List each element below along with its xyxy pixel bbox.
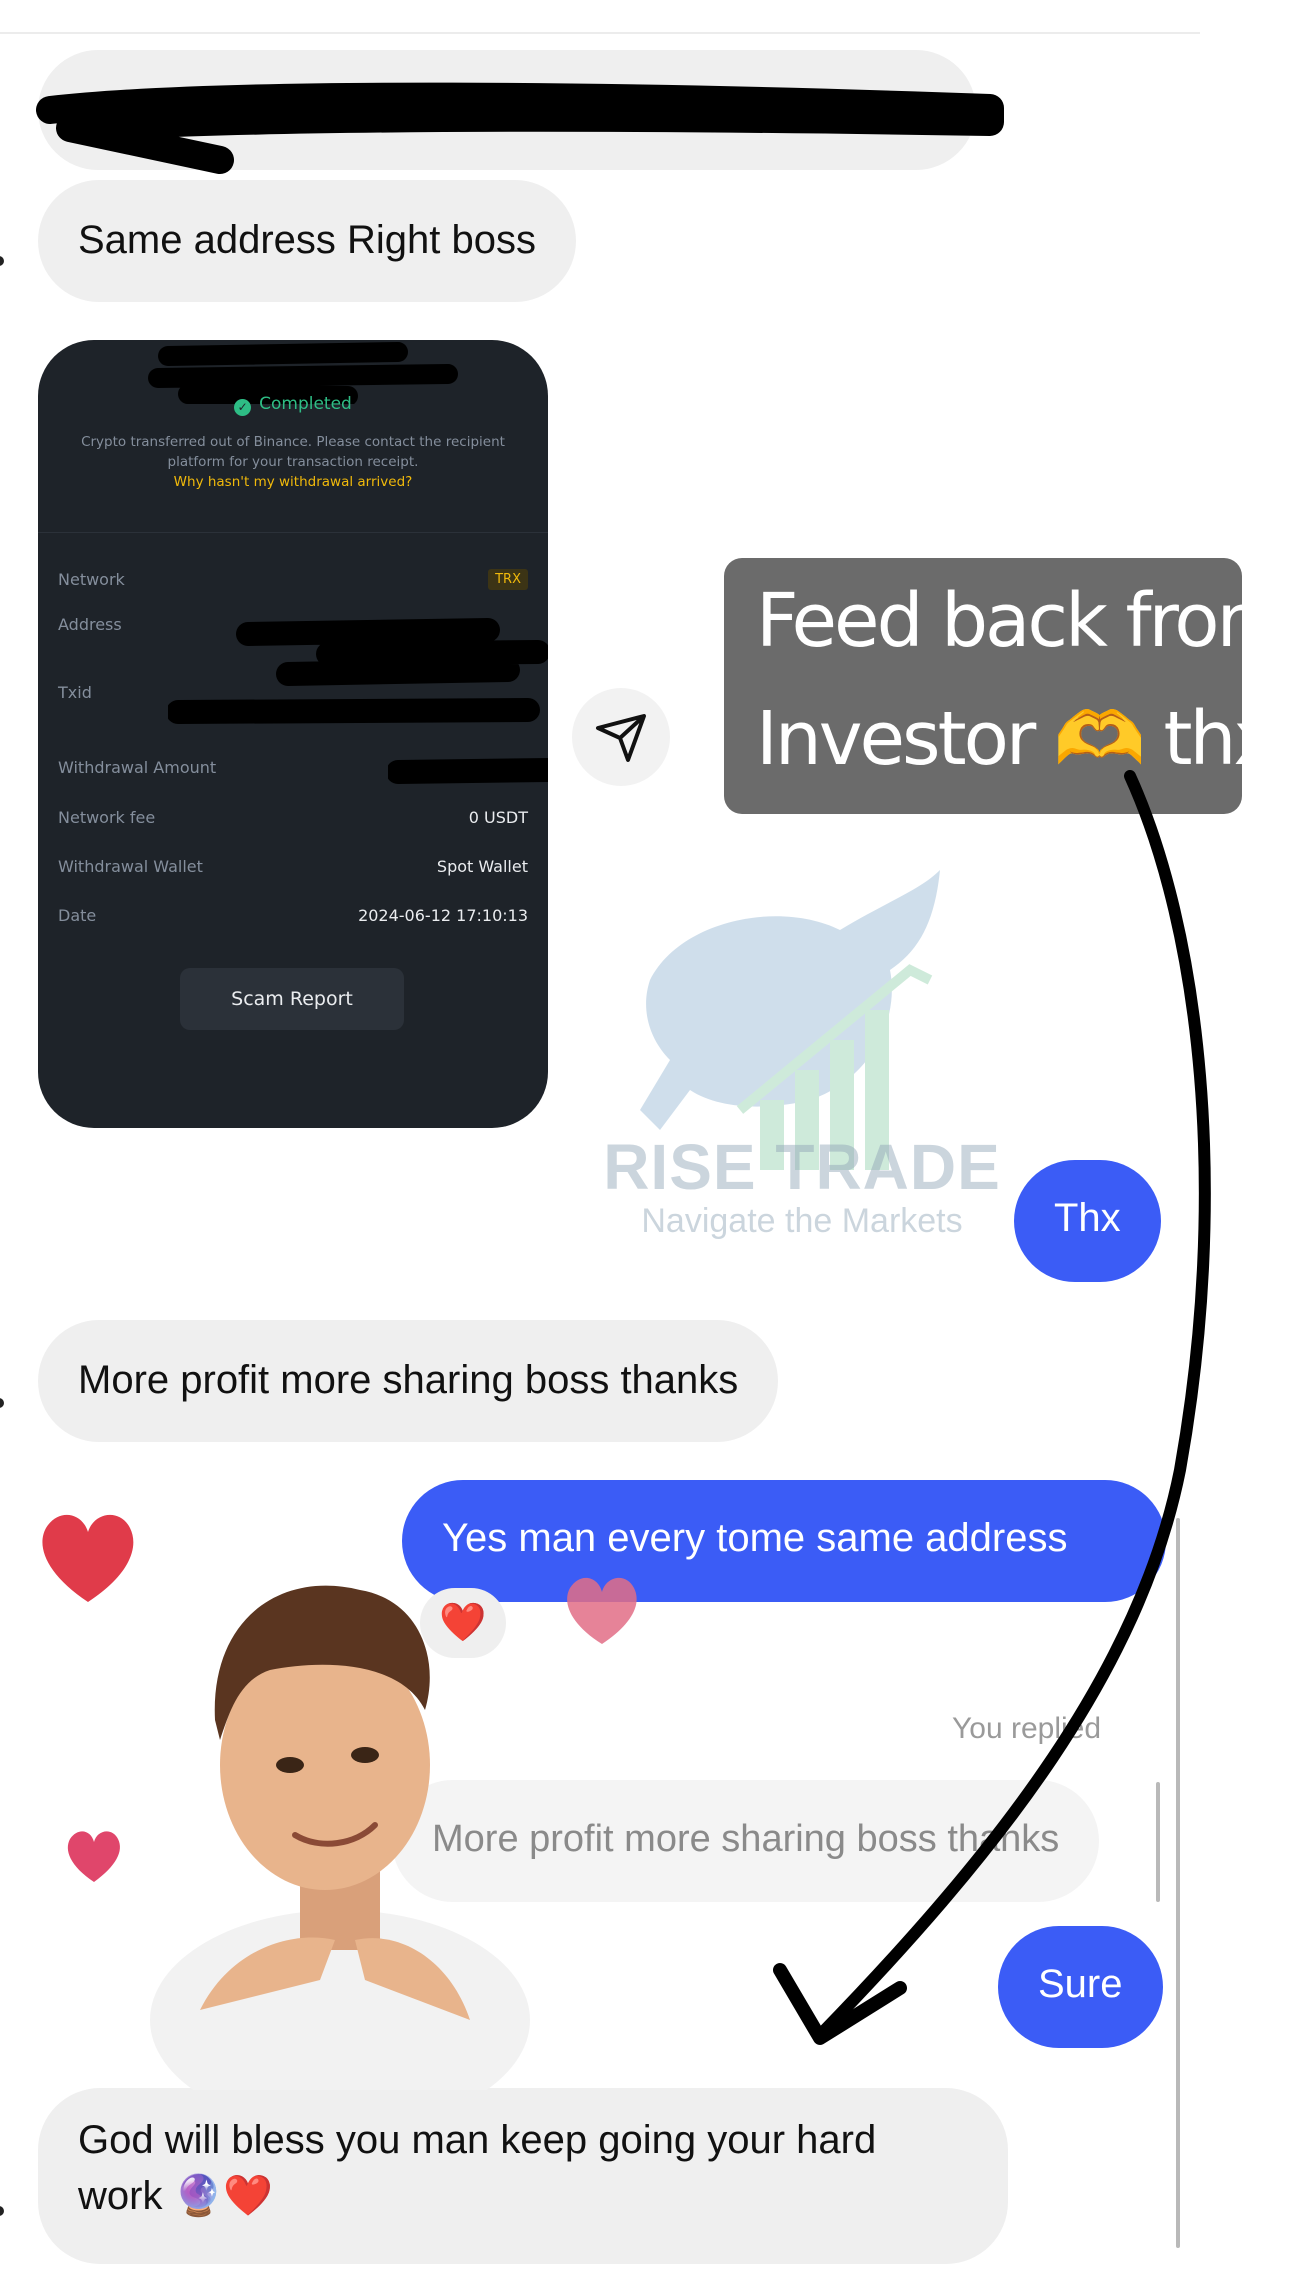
address-label: Address <box>58 615 122 634</box>
network-value: TRX <box>488 568 528 590</box>
date-value: 2024-06-12 17:10:13 <box>358 906 528 925</box>
wallet-value: Spot Wallet <box>436 857 528 876</box>
amount-label: Withdrawal Amount <box>58 758 217 777</box>
message-incoming[interactable]: Same address Right boss <box>38 180 577 302</box>
check-circle-icon: ✓ <box>234 399 252 416</box>
avatar-sticker <box>150 1585 530 2090</box>
scam-report-button[interactable]: Scam Report <box>180 968 404 1030</box>
arrow-annotation <box>773 770 1211 2045</box>
avatar-dot <box>0 2206 4 2216</box>
message-incoming[interactable]: God will bless you man keep going your h… <box>38 2088 1008 2264</box>
avatar-dot <box>0 1398 4 1408</box>
divider <box>38 532 548 533</box>
heart-sticker <box>67 1831 120 1882</box>
avatar-dot <box>0 256 4 266</box>
heart-sticker <box>42 1514 134 1602</box>
receipt-image[interactable]: ✓ Completed Crypto transferred out of Bin… <box>38 340 548 1128</box>
caption-line-1: Feed back from <box>756 578 1289 664</box>
receipt-message: Crypto transferred out of Binance. Pleas… <box>81 434 505 470</box>
share-button[interactable] <box>572 688 670 786</box>
header-divider <box>0 32 1200 34</box>
fee-value: 0 USDT <box>468 808 528 827</box>
wallet-label: Withdrawal Wallet <box>58 857 203 876</box>
withdrawal-help-link[interactable]: Why hasn't my withdrawal arrived? <box>38 474 548 490</box>
redaction-scribble <box>168 618 548 724</box>
txid-label: Txid <box>58 683 92 702</box>
send-icon <box>596 714 646 762</box>
status-completed: ✓ Completed <box>38 394 548 416</box>
fee-label: Network fee <box>58 808 156 827</box>
message-line-1: God will bless you man keep going your h… <box>78 2118 877 2162</box>
heart-sticker <box>567 1577 637 1644</box>
network-label: Network <box>58 570 125 589</box>
redaction-scribble <box>36 82 1004 174</box>
message-incoming[interactable]: More profit more sharing boss thanks <box>38 1320 779 1442</box>
redaction-scribble <box>388 758 548 784</box>
message-line-2: work 🔮❤️ <box>78 2174 274 2218</box>
date-label: Date <box>58 906 97 925</box>
